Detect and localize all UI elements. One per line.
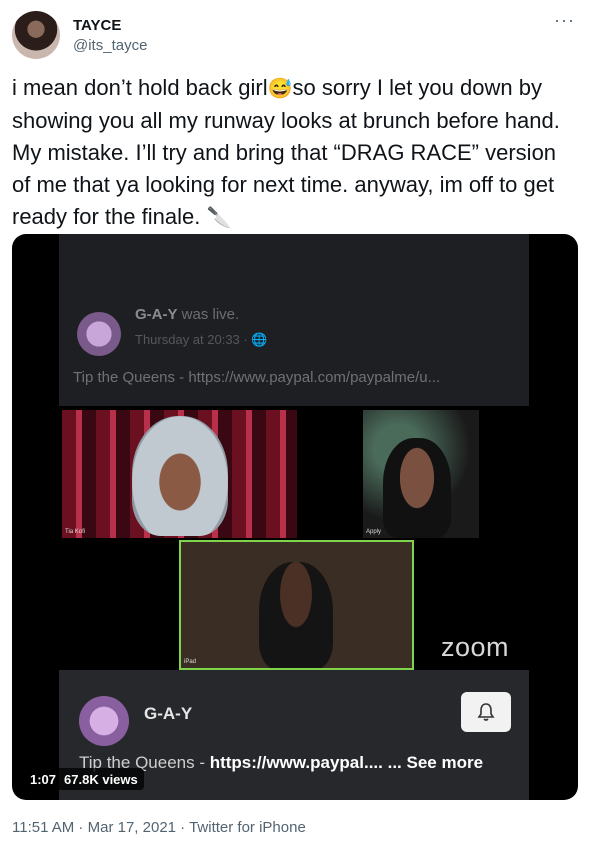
- page-live-status: G-A-Y was live.: [135, 306, 239, 323]
- participant-image: [259, 562, 333, 668]
- tweet-text: i mean don’t hold back girl😅so sorry I l…: [12, 72, 572, 234]
- zoom-logo: zoom: [441, 632, 510, 662]
- live-status: was live.: [181, 306, 240, 323]
- tweet-source[interactable]: Twitter for iPhone: [189, 819, 306, 836]
- notification-bell-button[interactable]: [461, 692, 511, 732]
- facebook-live-header: G-A-Y was live. Thursday at 20:33 · 🌐 Ti…: [59, 234, 529, 406]
- more-options-icon[interactable]: ···: [554, 10, 575, 31]
- video-stats-badge: 1:07 67.8K views: [24, 768, 144, 790]
- page-name: G-A-Y: [144, 704, 193, 723]
- video-tile-1: Tia Kofi: [62, 410, 297, 538]
- participant-image: [383, 438, 451, 538]
- knife-emoji-icon: 🔪: [206, 207, 232, 229]
- participant-image: [132, 416, 228, 536]
- video-tile-3-active-speaker: iPad: [179, 540, 414, 670]
- display-name[interactable]: TAYCE: [73, 17, 121, 34]
- video-duration: 1:07: [30, 771, 57, 787]
- tweet-header: TAYCE @its_tayce ···: [12, 8, 579, 64]
- tweet-time[interactable]: 11:51 AM: [12, 819, 74, 836]
- tile-label: Tia Kofi: [65, 529, 86, 535]
- tip-link[interactable]: https://www.paypal.... ... See more: [210, 753, 483, 772]
- video-tile-2: Apply: [363, 410, 479, 538]
- video-player[interactable]: G-A-Y was live. Thursday at 20:33 · 🌐 Ti…: [12, 234, 578, 800]
- user-handle[interactable]: @its_tayce: [73, 37, 147, 54]
- page-name: G-A-Y: [135, 306, 178, 323]
- view-count: 67.8K views: [64, 771, 138, 787]
- tip-text: Tip the Queens - https://www.paypal.com/…: [73, 369, 441, 386]
- tile-label: iPad: [184, 659, 197, 665]
- bell-icon: [477, 703, 495, 721]
- tweet-footer: 11:51 AM · Mar 17, 2021 · Twitter for iP…: [12, 819, 306, 836]
- sweat-smile-emoji-icon: 😅: [267, 78, 293, 100]
- tile-label: Apply: [366, 529, 382, 535]
- tweet-date[interactable]: Mar 17, 2021: [88, 819, 176, 836]
- page-avatar: [77, 312, 121, 356]
- post-time: Thursday at 20:33 · 🌐: [135, 332, 268, 347]
- avatar[interactable]: [12, 11, 60, 59]
- page-avatar: [79, 696, 129, 746]
- tweet-text-part1: i mean don’t hold back girl: [12, 75, 268, 100]
